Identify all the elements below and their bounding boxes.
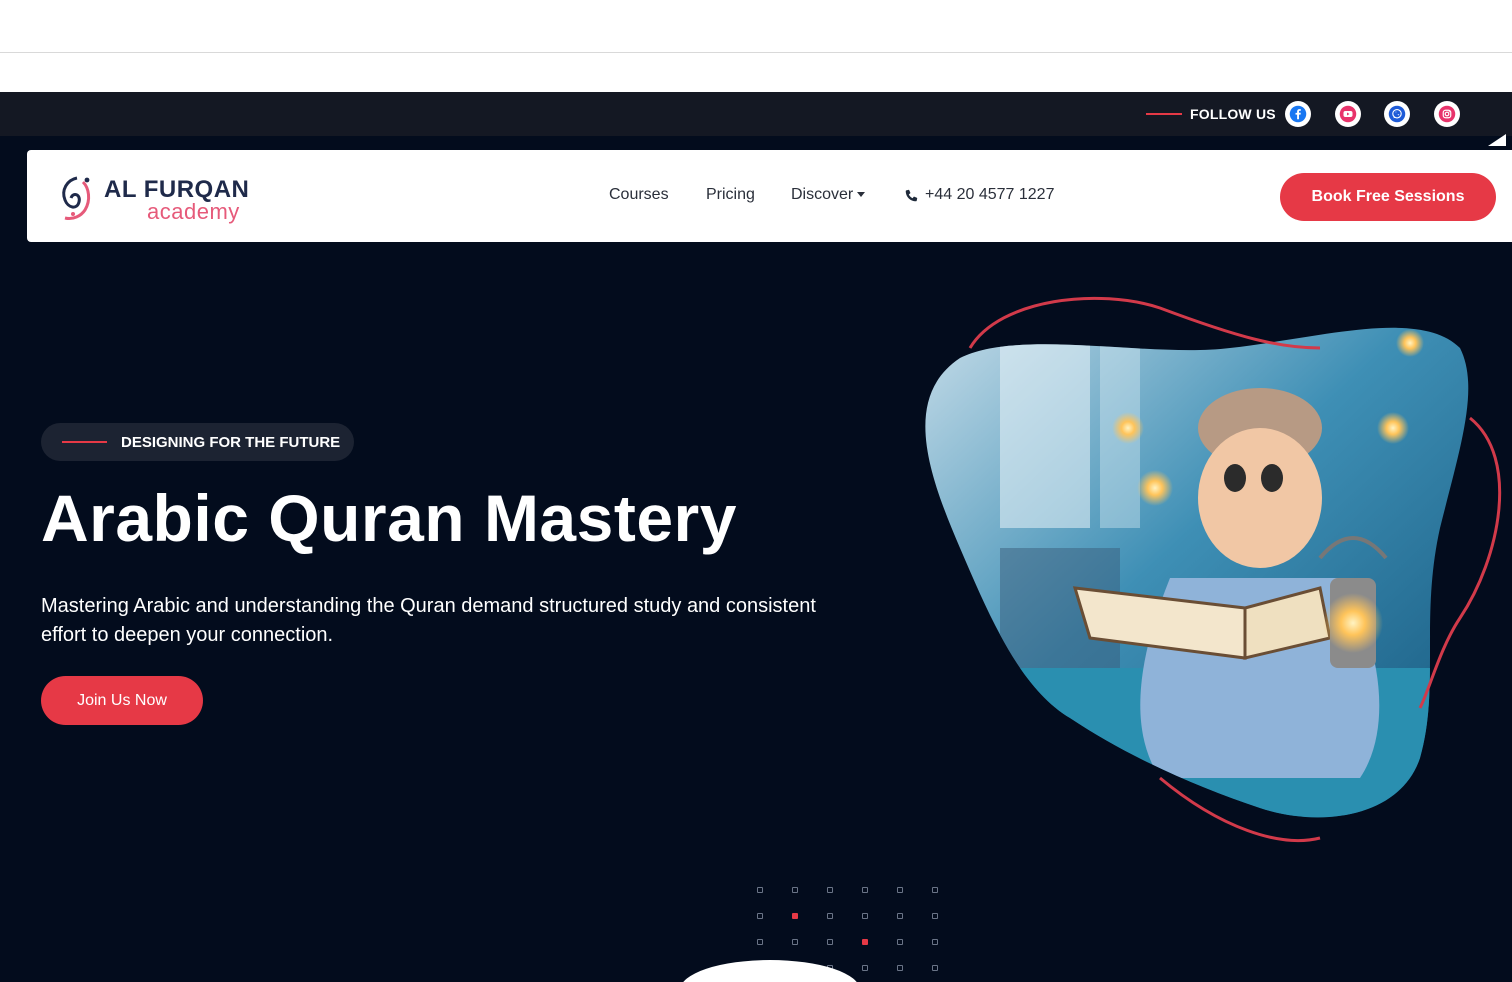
corner-decoration [1488, 134, 1506, 146]
accent-dash [62, 441, 107, 443]
accent-dash [1146, 113, 1182, 115]
browser-blank-strip [0, 0, 1512, 92]
social-top-bar: FOLLOW US [0, 92, 1512, 136]
logo-mark-icon [62, 176, 91, 220]
nav-discover[interactable]: Discover [791, 186, 866, 204]
page-background: FOLLOW US AL FURQAN academy Courses Pric… [0, 92, 1512, 982]
youtube-icon[interactable] [1335, 101, 1361, 127]
facebook-icon[interactable] [1285, 101, 1311, 127]
join-us-button[interactable]: Join Us Now [41, 676, 203, 725]
main-navbar: AL FURQAN academy Courses Pricing Discov… [27, 150, 1512, 242]
hero-description: Mastering Arabic and understanding the Q… [41, 595, 816, 646]
whatsapp-icon[interactable] [1384, 101, 1410, 127]
follow-us-label: FOLLOW US [1190, 106, 1276, 122]
nav-discover-label: Discover [791, 186, 854, 203]
phone-link[interactable]: +44 20 4577 1227 [904, 186, 1054, 204]
phone-number: +44 20 4577 1227 [925, 186, 1055, 203]
follow-us: FOLLOW US [1146, 92, 1276, 136]
logo-subtitle: academy [147, 199, 240, 224]
divider [0, 52, 1512, 53]
hero-image [925, 296, 1502, 842]
book-free-sessions-button[interactable]: Book Free Sessions [1280, 173, 1496, 221]
hero-tagline-text: DESIGNING FOR THE FUTURE [121, 433, 341, 451]
hero-tagline: DESIGNING FOR THE FUTURE [41, 423, 354, 461]
site-logo[interactable]: AL FURQAN academy [57, 168, 267, 226]
instagram-icon[interactable] [1434, 101, 1460, 127]
bottom-decoration [680, 960, 860, 982]
nav-courses[interactable]: Courses [609, 186, 669, 204]
nav-pricing[interactable]: Pricing [706, 186, 755, 204]
phone-icon [905, 189, 918, 201]
hero-title: Arabic Quran Mastery [41, 481, 737, 555]
caret-down-icon [857, 192, 866, 198]
